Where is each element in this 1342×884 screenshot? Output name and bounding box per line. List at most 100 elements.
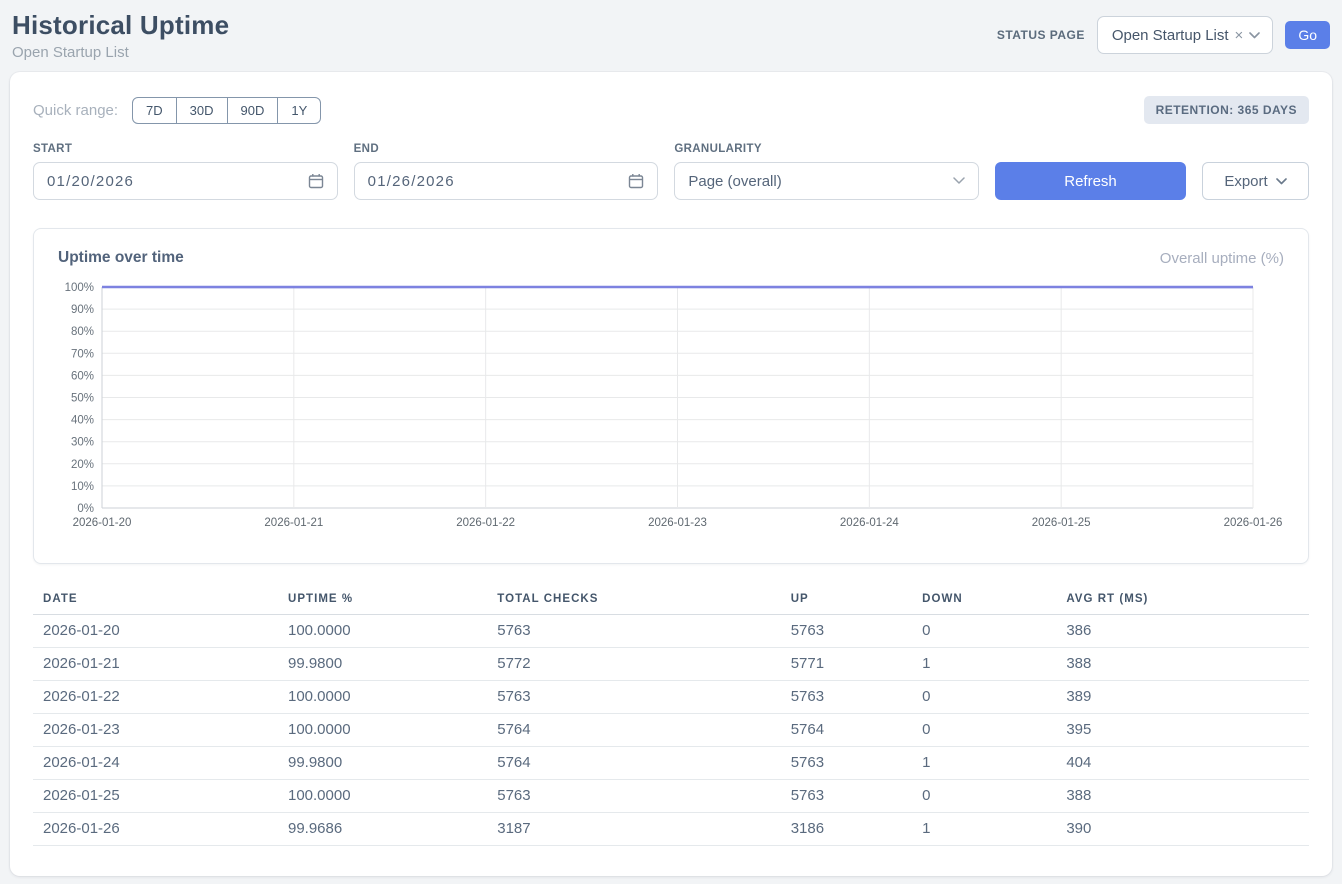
status-page-label: STATUS PAGE	[997, 28, 1085, 42]
table-row: 2026-01-25100.0000576357630388	[33, 780, 1309, 813]
table-cell: 0	[912, 780, 1056, 813]
clear-icon[interactable]: ×	[1235, 28, 1244, 43]
quick-range-label: Quick range:	[33, 102, 118, 119]
table-cell: 100.0000	[278, 714, 487, 747]
start-date-value: 01/20/2026	[47, 173, 134, 190]
granularity-field: GRANULARITY Page (overall)	[674, 143, 979, 200]
svg-text:2026-01-20: 2026-01-20	[73, 517, 132, 529]
svg-text:70%: 70%	[71, 348, 94, 360]
table-cell: 5764	[487, 747, 780, 780]
table-row: 2026-01-23100.0000576457640395	[33, 714, 1309, 747]
table-cell: 5763	[487, 615, 780, 648]
table-cell: 2026-01-24	[33, 747, 278, 780]
svg-text:0%: 0%	[77, 503, 94, 515]
svg-text:2026-01-25: 2026-01-25	[1032, 517, 1091, 529]
svg-text:2026-01-24: 2026-01-24	[840, 517, 899, 529]
table-cell: 0	[912, 615, 1056, 648]
table-cell: 99.9686	[278, 813, 487, 846]
table-header-row: DATEUPTIME %TOTAL CHECKSUPDOWNAVG RT (MS…	[33, 587, 1309, 615]
table-cell: 5763	[487, 780, 780, 813]
table-cell: 5772	[487, 648, 780, 681]
table-cell: 100.0000	[278, 681, 487, 714]
quick-range-1y[interactable]: 1Y	[277, 97, 321, 124]
end-date-field: END 01/26/2026	[354, 143, 659, 200]
table-cell: 5764	[781, 714, 912, 747]
table-cell: 389	[1056, 681, 1309, 714]
end-date-input[interactable]: 01/26/2026	[354, 162, 659, 200]
status-page-select[interactable]: Open Startup List ×	[1097, 16, 1274, 54]
calendar-icon[interactable]	[628, 173, 644, 189]
page-title: Historical Uptime	[12, 10, 229, 41]
uptime-line-chart: 0% 10% 20% 30% 40% 50% 60% 70% 80% 90% 100% 2026-01…	[58, 279, 1284, 538]
table-cell: 2026-01-25	[33, 780, 278, 813]
svg-text:2026-01-22: 2026-01-22	[456, 517, 515, 529]
table-row: 2026-01-2699.9686318731861390	[33, 813, 1309, 846]
table-cell: 388	[1056, 648, 1309, 681]
start-date-field: START 01/20/2026	[33, 143, 338, 200]
chart-title: Uptime over time	[58, 249, 184, 267]
chevron-down-icon	[1249, 32, 1260, 39]
table-cell: 100.0000	[278, 615, 487, 648]
table-cell: 5763	[781, 615, 912, 648]
end-label: END	[354, 143, 659, 155]
table-cell: 386	[1056, 615, 1309, 648]
table-row: 2026-01-20100.0000576357630386	[33, 615, 1309, 648]
svg-text:2026-01-23: 2026-01-23	[648, 517, 707, 529]
table-cell: 1	[912, 648, 1056, 681]
table-cell: 2026-01-26	[33, 813, 278, 846]
table-row: 2026-01-22100.0000576357630389	[33, 681, 1309, 714]
start-date-input[interactable]: 01/20/2026	[33, 162, 338, 200]
table-cell: 5771	[781, 648, 912, 681]
svg-text:30%: 30%	[71, 437, 94, 449]
uptime-table: DATEUPTIME %TOTAL CHECKSUPDOWNAVG RT (MS…	[33, 587, 1309, 846]
chart-legend: Overall uptime (%)	[1160, 250, 1284, 267]
start-label: START	[33, 143, 338, 155]
table-cell: 2026-01-23	[33, 714, 278, 747]
column-header: DOWN	[912, 587, 1056, 615]
chevron-down-icon	[953, 177, 965, 185]
top-header: Historical Uptime Open Startup List STAT…	[0, 0, 1342, 64]
main-panel: Quick range: 7D30D90D1Y RETENTION: 365 D…	[10, 72, 1332, 876]
svg-text:20%: 20%	[71, 459, 94, 471]
svg-text:80%: 80%	[71, 326, 94, 338]
svg-text:100%: 100%	[65, 282, 94, 294]
table-cell: 1	[912, 747, 1056, 780]
svg-text:2026-01-21: 2026-01-21	[264, 517, 323, 529]
svg-text:10%: 10%	[71, 481, 94, 493]
table-cell: 2026-01-21	[33, 648, 278, 681]
table-cell: 100.0000	[278, 780, 487, 813]
column-header: AVG RT (MS)	[1056, 587, 1309, 615]
export-button[interactable]: Export	[1202, 162, 1309, 200]
table-cell: 99.9800	[278, 648, 487, 681]
table-cell: 3187	[487, 813, 780, 846]
end-date-value: 01/26/2026	[368, 173, 455, 190]
table-cell: 5764	[487, 714, 780, 747]
table-cell: 0	[912, 714, 1056, 747]
table-cell: 404	[1056, 747, 1309, 780]
export-label: Export	[1224, 173, 1267, 190]
granularity-label: GRANULARITY	[674, 143, 979, 155]
quick-range-7d[interactable]: 7D	[132, 97, 177, 124]
quick-range-90d[interactable]: 90D	[227, 97, 279, 124]
quick-range-30d[interactable]: 30D	[176, 97, 228, 124]
refresh-button[interactable]: Refresh	[995, 162, 1186, 200]
table-cell: 2026-01-22	[33, 681, 278, 714]
svg-text:90%: 90%	[71, 304, 94, 316]
header-controls: STATUS PAGE Open Startup List × Go	[997, 16, 1330, 54]
table-cell: 5763	[487, 681, 780, 714]
column-header: UPTIME %	[278, 587, 487, 615]
granularity-select[interactable]: Page (overall)	[674, 162, 979, 200]
retention-badge: RETENTION: 365 DAYS	[1144, 96, 1309, 124]
svg-text:60%: 60%	[71, 370, 94, 382]
svg-text:50%: 50%	[71, 393, 94, 405]
go-button[interactable]: Go	[1285, 21, 1330, 49]
table-cell: 388	[1056, 780, 1309, 813]
svg-text:40%: 40%	[71, 415, 94, 427]
table-row: 2026-01-2199.9800577257711388	[33, 648, 1309, 681]
calendar-icon[interactable]	[308, 173, 324, 189]
status-page-selected-value: Open Startup List	[1112, 27, 1229, 44]
table-cell: 5763	[781, 780, 912, 813]
column-header: DATE	[33, 587, 278, 615]
table-cell: 99.9800	[278, 747, 487, 780]
column-header: UP	[781, 587, 912, 615]
